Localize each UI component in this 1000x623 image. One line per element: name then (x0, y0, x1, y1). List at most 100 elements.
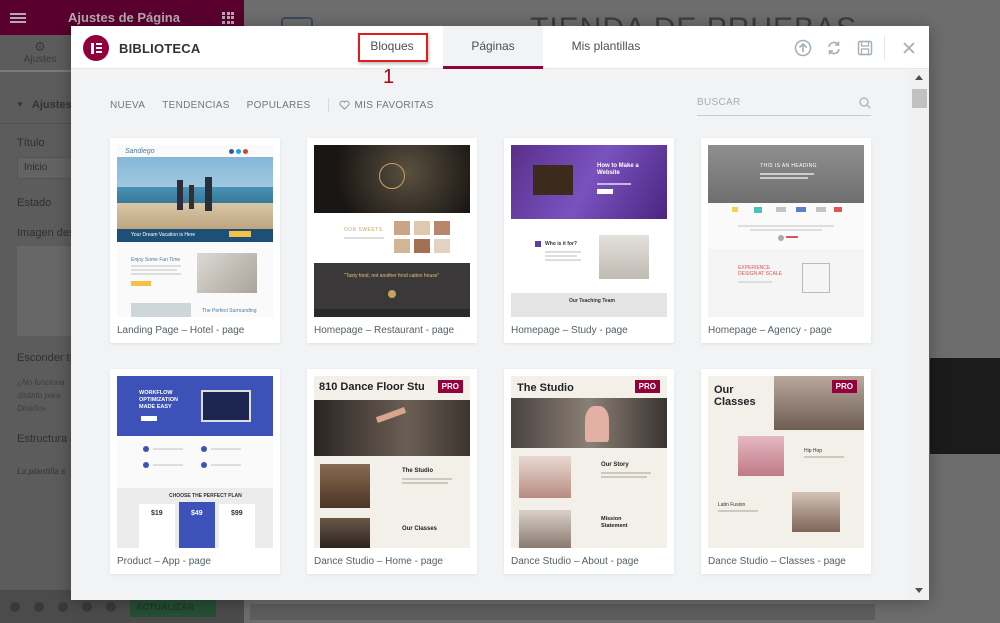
close-icon[interactable] (900, 39, 918, 57)
filter-new[interactable]: NUEVA (110, 100, 145, 111)
menu-icon[interactable] (10, 12, 26, 23)
responsive-icon[interactable] (82, 601, 92, 612)
favorites-label: MIS FAVORITAS (354, 99, 434, 111)
tab-settings[interactable]: ⚙ Ajustes (0, 35, 80, 72)
elementor-logo-icon (83, 35, 109, 61)
thumb-heading: THIS IS AN HEADING (760, 163, 817, 169)
tab-settings-label: Ajustes (23, 54, 57, 65)
template-label: Dance Studio – Home - page (314, 556, 443, 567)
history-icon[interactable] (58, 601, 68, 612)
save-icon[interactable] (856, 39, 874, 57)
template-card[interactable]: WORKFLOW OPTIMIZATION MADE EASY CHOOSE T… (110, 369, 280, 574)
thumb-text: Who is it for? (545, 241, 577, 247)
section-title: Ajustes (31, 98, 72, 111)
title-label: Título (17, 137, 45, 149)
template-thumbnail: The Studio Our Story Mission Statement (511, 376, 667, 548)
annotation-number: 1 (383, 66, 395, 88)
template-thumbnail: THIS IS AN HEADING EXPERIENCE DESIGN AT … (708, 145, 864, 317)
featured-image-label: Imagen des (17, 227, 75, 239)
thumb-heading: The Studio (517, 382, 574, 394)
thumb-heading: 810 Dance Floor Stu (319, 381, 425, 393)
filter-separator (327, 98, 329, 112)
preview-eye-icon[interactable] (106, 601, 116, 612)
filter-trending[interactable]: TENDENCIAS (162, 100, 229, 111)
template-card[interactable]: 810 Dance Floor Stu The Studio Our Class… (307, 369, 477, 574)
tab-pages[interactable]: Páginas (443, 26, 543, 69)
gear-icon: ⚙ (34, 39, 46, 54)
status-label: Estado (17, 197, 52, 209)
thumb-caption: OUR SWEETS (344, 227, 383, 233)
template-label: Landing Page – Hotel - page (117, 325, 245, 336)
search-icon (859, 97, 871, 109)
featured-image-picker[interactable] (17, 246, 77, 336)
thumb-text: CHOOSE THE PERFECT PLAN (169, 493, 242, 499)
search-placeholder: BUSCAR (697, 97, 741, 108)
template-card[interactable]: The Studio Our Story Mission Statement P… (504, 369, 674, 574)
thumb-quote: "Tasty food, not another food cation hou… (344, 273, 440, 279)
template-label: Homepage – Agency - page (708, 325, 832, 336)
thumb-text: Enjoy Some Fun Time (131, 257, 181, 263)
preview-horizontal-scrollbar[interactable] (250, 604, 875, 620)
filter-bar: NUEVA TENDENCIAS POPULARES MIS FAVORITAS (110, 98, 434, 112)
caret-down-icon: ▼ (16, 100, 24, 109)
template-label: Product – App - page (117, 556, 211, 567)
template-thumbnail: 810 Dance Floor Stu The Studio Our Class… (314, 376, 470, 548)
settings-icon[interactable] (10, 601, 20, 612)
thumb-text: Our Teaching Team (569, 298, 615, 304)
template-thumbnail: OUR SWEETS "Tasty food, not another food… (314, 145, 470, 317)
pro-badge: PRO (831, 380, 857, 393)
template-card[interactable]: OUR SWEETS "Tasty food, not another food… (307, 138, 477, 343)
annotation-highlight-box (358, 33, 428, 62)
pro-badge: PRO (437, 380, 463, 393)
thumb-price: $99 (231, 510, 243, 517)
vertical-scrollbar[interactable] (910, 70, 929, 600)
thumb-price: $49 (191, 510, 203, 517)
thumb-heading: WORKFLOW OPTIMIZATION MADE EASY (139, 390, 179, 410)
sync-icon[interactable] (825, 39, 843, 57)
template-thumbnail: How to Make a Website Who is it for? Our… (511, 145, 667, 317)
modal-title: BIBLIOTECA (119, 41, 201, 56)
thumb-text: Latin Fusion (718, 502, 746, 508)
template-label: Dance Studio – Classes - page (708, 556, 846, 567)
filter-favorites[interactable]: MIS FAVORITAS (338, 99, 434, 111)
scroll-up-arrow-icon[interactable] (915, 75, 923, 80)
hide-title-help: distinto para (17, 391, 61, 400)
template-card[interactable]: Sandiego Your Dream Vacation is Here Enj… (110, 138, 280, 343)
hide-title-help: Diseño» (17, 404, 47, 413)
thumb-heading: How to Make a Website (597, 163, 639, 176)
structure-help: La plantilla s (17, 467, 66, 476)
template-label: Homepage – Restaurant - page (314, 325, 455, 336)
thumb-text: EXPERIENCE DESIGN AT SCALE (738, 265, 782, 277)
modal-header: BIBLIOTECA Bloques Páginas Mis plantilla… (71, 26, 929, 69)
hide-title-label: Esconder tí (17, 352, 73, 364)
thumb-text: Our Classes (402, 526, 438, 532)
navigator-icon[interactable] (34, 601, 44, 612)
filter-popular[interactable]: POPULARES (247, 100, 311, 111)
search-input[interactable]: BUSCAR (697, 92, 871, 116)
thumb-text: Hip Hop (804, 448, 823, 454)
pro-badge: PRO (634, 380, 660, 393)
thumb-text: Mission Statement (601, 516, 628, 529)
hide-title-help: ¿No funciona (17, 378, 65, 387)
scroll-thumb[interactable] (912, 89, 927, 108)
thumb-text: The Studio (402, 468, 433, 474)
tab-my-templates[interactable]: Mis plantillas (551, 26, 661, 69)
thumb-text: The Perfect Surrounding (202, 308, 257, 314)
preview-dark-block (930, 358, 1000, 454)
template-card[interactable]: How to Make a Website Who is it for? Our… (504, 138, 674, 343)
template-thumbnail: Sandiego Your Dream Vacation is Here Enj… (117, 145, 273, 317)
template-card[interactable]: THIS IS AN HEADING EXPERIENCE DESIGN AT … (701, 138, 871, 343)
template-card[interactable]: Our Classes Hip Hop Latin Fusion PRO Dan… (701, 369, 871, 574)
header-divider (884, 36, 885, 60)
widgets-grid-icon[interactable] (222, 11, 234, 24)
structure-label: Estructura d (17, 433, 77, 445)
upload-icon[interactable] (794, 39, 812, 57)
title-input[interactable]: Inicio (17, 157, 77, 179)
template-thumbnail: WORKFLOW OPTIMIZATION MADE EASY CHOOSE T… (117, 376, 273, 548)
template-thumbnail: Our Classes Hip Hop Latin Fusion (708, 376, 864, 548)
panel-title: Ajustes de Página (68, 10, 180, 25)
thumb-price: $19 (151, 510, 163, 517)
scroll-down-arrow-icon[interactable] (915, 588, 923, 593)
thumb-heading: Our Classes (714, 384, 756, 408)
thumb-caption: Your Dream Vacation is Here (131, 232, 196, 238)
